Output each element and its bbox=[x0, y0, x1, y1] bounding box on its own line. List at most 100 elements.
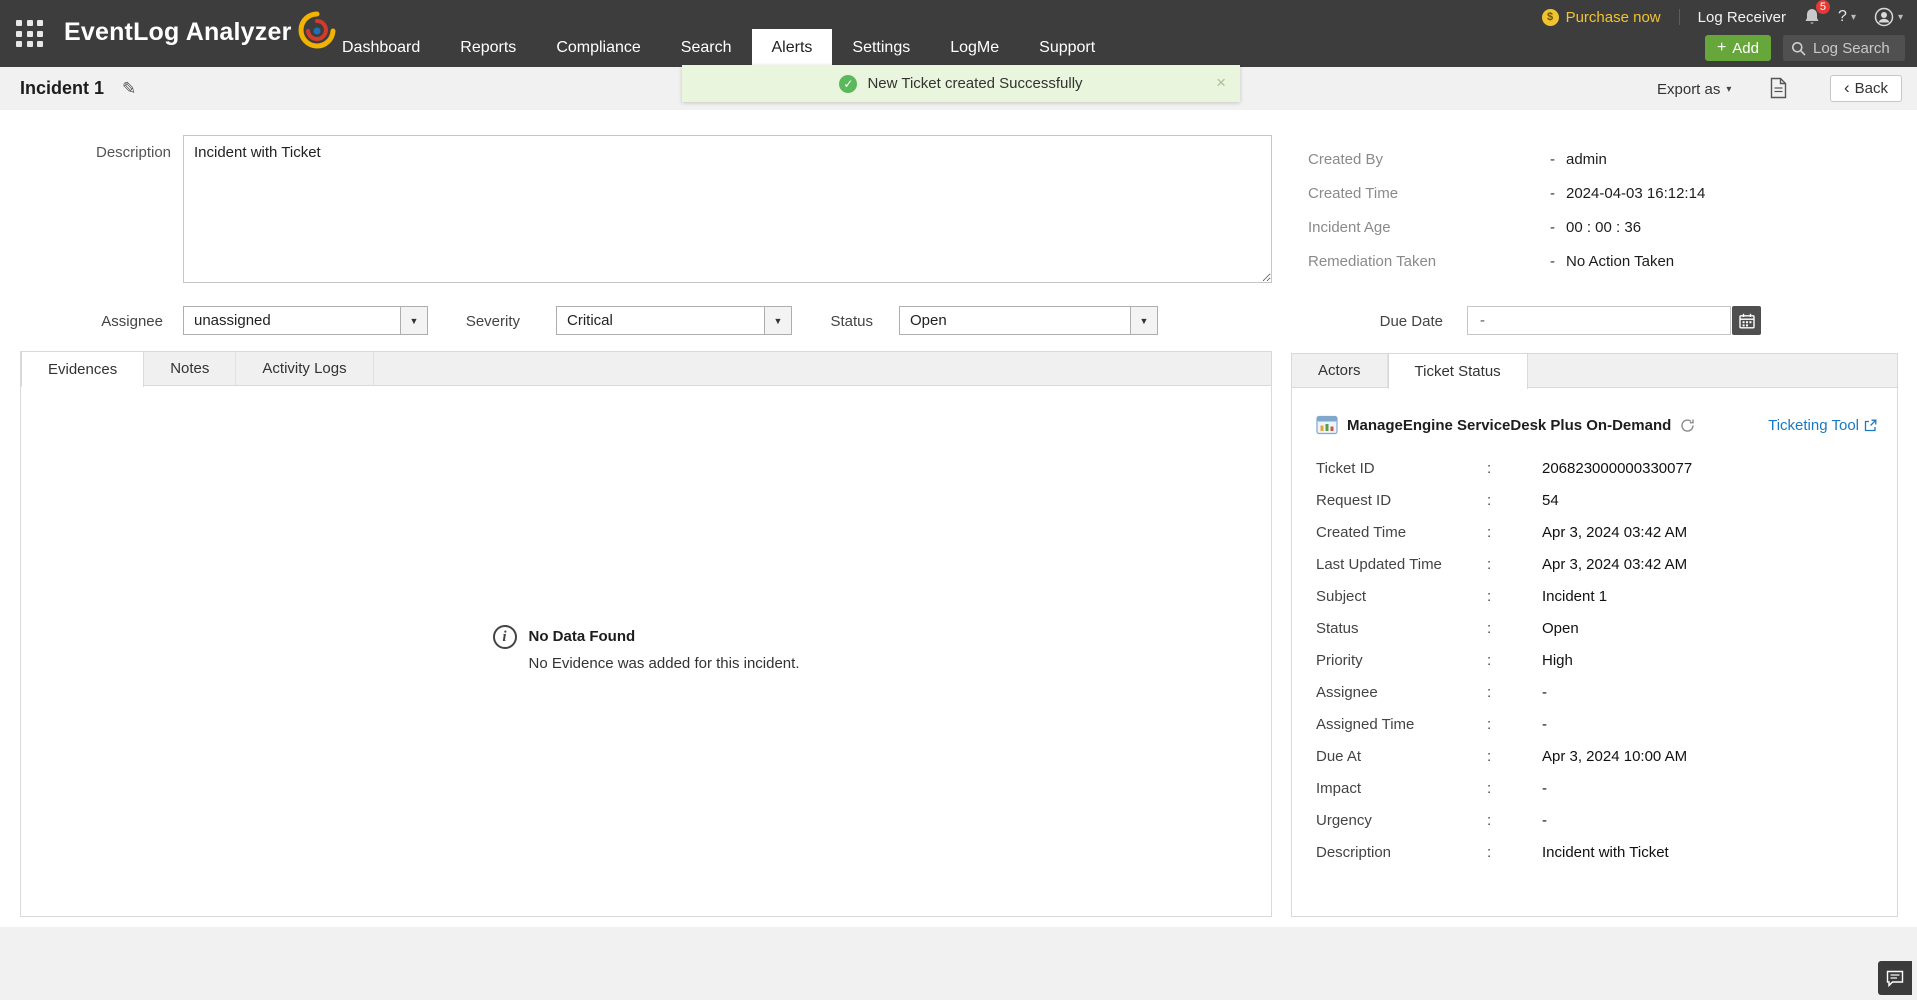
meta-label: Incident Age bbox=[1308, 219, 1550, 236]
description-label: Description bbox=[96, 144, 160, 161]
purchase-now-label: Purchase now bbox=[1566, 9, 1661, 26]
meta-value: No Action Taken bbox=[1566, 253, 1674, 270]
ticket-field-colon: : bbox=[1487, 588, 1542, 605]
ticket-field-value: 206823000000330077 bbox=[1542, 460, 1692, 477]
description-input[interactable]: Incident with Ticket bbox=[183, 135, 1272, 283]
ticket-field-label: Subject bbox=[1316, 588, 1487, 605]
ticket-field-value: Apr 3, 2024 10:00 AM bbox=[1542, 748, 1687, 765]
nav-item[interactable]: Settings bbox=[832, 29, 930, 67]
nav-item[interactable]: Reports bbox=[440, 29, 536, 67]
meta-label: Remediation Taken bbox=[1308, 253, 1550, 270]
evidence-tabs: Evidences Notes Activity Logs bbox=[21, 352, 1271, 386]
tab[interactable]: Activity Logs bbox=[236, 352, 373, 385]
log-search-label: Log Search bbox=[1813, 40, 1890, 57]
toast-message: New Ticket created Successfully bbox=[867, 75, 1082, 92]
empty-state-message: No Evidence was added for this incident. bbox=[529, 655, 800, 672]
tab[interactable]: Notes bbox=[144, 352, 236, 385]
ticket-field-label: Assignee bbox=[1316, 684, 1487, 701]
due-date-label: Due Date bbox=[1353, 313, 1443, 330]
log-search-box[interactable]: Log Search bbox=[1783, 35, 1905, 61]
ticket-fields: Ticket ID : 206823000000330077 Request I… bbox=[1292, 452, 1897, 868]
purchase-now-link[interactable]: $ Purchase now bbox=[1542, 9, 1661, 26]
servicedesk-icon bbox=[1316, 414, 1338, 436]
top-header: EventLog Analyzer Dashboard Reports Comp… bbox=[0, 0, 1917, 67]
empty-state: i No Data Found No Evidence was added fo… bbox=[21, 628, 1271, 672]
apps-grid-icon[interactable] bbox=[16, 20, 44, 48]
ticketing-tool-link-label: Ticketing Tool bbox=[1768, 417, 1859, 434]
incident-meta: Created By - admin Created Time - 2024-0… bbox=[1308, 149, 1705, 285]
calendar-button[interactable] bbox=[1732, 306, 1761, 335]
ticket-field-label: Created Time bbox=[1316, 524, 1487, 541]
export-as-button[interactable]: Export as ▾ bbox=[1657, 81, 1731, 98]
refresh-icon[interactable] bbox=[1680, 418, 1695, 433]
header-action-row: + Add Log Search bbox=[1705, 35, 1905, 61]
nav-item[interactable]: Dashboard bbox=[322, 29, 440, 67]
meta-row: Created By - admin bbox=[1308, 149, 1705, 169]
ticket-field-colon: : bbox=[1487, 492, 1542, 509]
ticket-field-label: Priority bbox=[1316, 652, 1487, 669]
ticket-field-row: Last Updated Time : Apr 3, 2024 03:42 AM bbox=[1292, 548, 1897, 580]
ticket-field-value: Apr 3, 2024 03:42 AM bbox=[1542, 556, 1687, 573]
toast-close-icon[interactable]: × bbox=[1216, 73, 1226, 93]
ticket-field-colon: : bbox=[1487, 812, 1542, 829]
meta-row: Incident Age - 00 : 00 : 36 bbox=[1308, 217, 1705, 237]
due-date-input[interactable]: - bbox=[1467, 306, 1731, 335]
ticket-panel: Actors Ticket Status ManageEngine Servic… bbox=[1291, 353, 1898, 917]
nav-item[interactable]: Support bbox=[1019, 29, 1115, 67]
edit-icon[interactable]: ✎ bbox=[122, 79, 136, 99]
notifications-button[interactable]: 5 bbox=[1804, 8, 1820, 26]
tab[interactable]: Actors bbox=[1292, 354, 1388, 387]
ticket-field-colon: : bbox=[1487, 460, 1542, 477]
ticket-field-colon: : bbox=[1487, 652, 1542, 669]
severity-select[interactable]: Critical ▼ bbox=[556, 306, 792, 335]
export-schedule-icon[interactable] bbox=[1769, 77, 1788, 104]
back-button[interactable]: ‹ Back bbox=[1830, 75, 1902, 102]
meta-separator: - bbox=[1550, 253, 1566, 270]
meta-label: Created Time bbox=[1308, 185, 1550, 202]
ticket-field-row: Urgency : - bbox=[1292, 804, 1897, 836]
ticket-field-value: Incident with Ticket bbox=[1542, 844, 1669, 861]
tab[interactable]: Ticket Status bbox=[1388, 354, 1528, 389]
log-receiver-link[interactable]: Log Receiver bbox=[1698, 9, 1786, 26]
assignee-select[interactable]: unassigned ▼ bbox=[183, 306, 428, 335]
ticket-field-value: Incident 1 bbox=[1542, 588, 1607, 605]
chevron-down-icon: ▾ bbox=[1851, 12, 1856, 23]
notification-badge: 5 bbox=[1816, 0, 1830, 14]
ticket-field-row: Assignee : - bbox=[1292, 676, 1897, 708]
ticket-field-label: Ticket ID bbox=[1316, 460, 1487, 477]
nav-item[interactable]: Search bbox=[661, 29, 752, 67]
ticket-field-row: Ticket ID : 206823000000330077 bbox=[1292, 452, 1897, 484]
nav-item[interactable]: LogMe bbox=[930, 29, 1019, 67]
feedback-chat-button[interactable] bbox=[1878, 961, 1912, 995]
status-select[interactable]: Open ▼ bbox=[899, 306, 1158, 335]
status-label: Status bbox=[813, 313, 873, 330]
ticket-field-colon: : bbox=[1487, 556, 1542, 573]
meta-value: 2024-04-03 16:12:14 bbox=[1566, 185, 1705, 202]
tab[interactable]: Evidences bbox=[21, 352, 144, 387]
meta-label: Created By bbox=[1308, 151, 1550, 168]
ticket-field-colon: : bbox=[1487, 716, 1542, 733]
ticket-field-value: 54 bbox=[1542, 492, 1559, 509]
ticketing-tool-link[interactable]: Ticketing Tool bbox=[1768, 417, 1877, 434]
evidence-panel: Evidences Notes Activity Logs i No Data … bbox=[20, 351, 1272, 917]
ticket-field-label: Impact bbox=[1316, 780, 1487, 797]
app-logo-text: EventLog Analyzer bbox=[64, 18, 292, 47]
ticket-field-label: Description bbox=[1316, 844, 1487, 861]
coin-icon: $ bbox=[1542, 9, 1559, 26]
nav-item[interactable]: Alerts bbox=[752, 29, 833, 67]
ticket-field-label: Due At bbox=[1316, 748, 1487, 765]
ticket-field-row: Assigned Time : - bbox=[1292, 708, 1897, 740]
help-button[interactable]: ? ▾ bbox=[1838, 8, 1856, 26]
plus-icon: + bbox=[1717, 40, 1726, 56]
ticket-field-row: Priority : High bbox=[1292, 644, 1897, 676]
meta-row: Remediation Taken - No Action Taken bbox=[1308, 251, 1705, 271]
add-button[interactable]: + Add bbox=[1705, 35, 1771, 61]
back-button-label: Back bbox=[1855, 80, 1888, 97]
user-menu-button[interactable]: ▾ bbox=[1874, 7, 1903, 27]
search-icon bbox=[1791, 41, 1806, 56]
toast-notification: ✓ New Ticket created Successfully × bbox=[682, 65, 1240, 102]
nav-item[interactable]: Compliance bbox=[536, 29, 660, 67]
ticket-field-value: High bbox=[1542, 652, 1573, 669]
ticket-field-value: Apr 3, 2024 03:42 AM bbox=[1542, 524, 1687, 541]
empty-state-text: No Data Found No Evidence was added for … bbox=[529, 628, 800, 672]
